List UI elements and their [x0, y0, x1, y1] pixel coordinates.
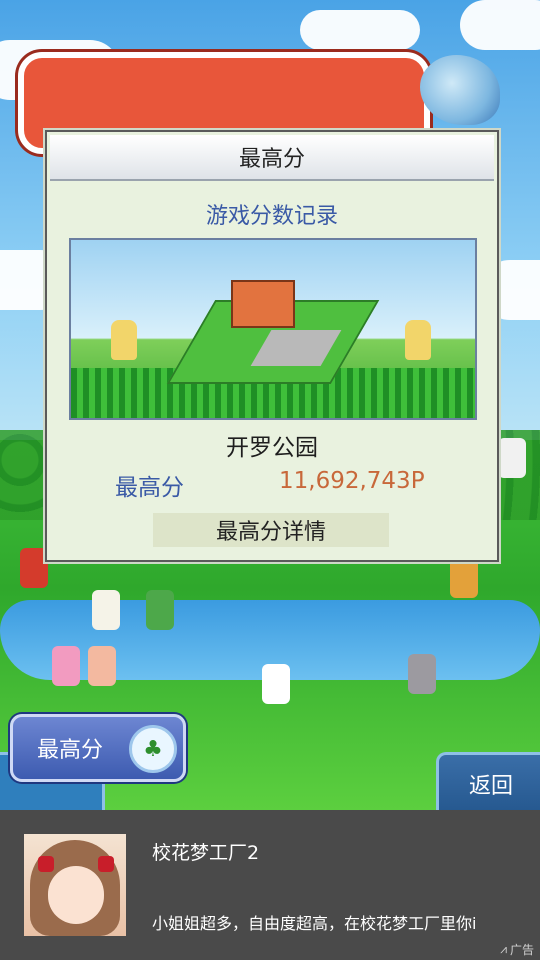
koala-character: [408, 654, 436, 694]
ad-badge-label: 广告: [509, 943, 534, 957]
back-button[interactable]: 返回: [436, 752, 540, 813]
cloud: [460, 0, 540, 50]
high-score-details-button[interactable]: 最高分详情: [153, 513, 389, 547]
panda-character: [498, 438, 526, 478]
high-score-dialog: 最高分 游戏分数记录 开罗公园 最高分 11,692,743P 最高分详情: [45, 130, 499, 562]
tree-icon: ♣: [129, 725, 177, 773]
ad-thumbnail[interactable]: [24, 834, 126, 936]
ad-description[interactable]: 小姐姐超多，自由度超高，在校花梦工厂里你i: [152, 910, 518, 934]
duck-character: [92, 590, 120, 630]
ad-logo-icon: ⩘: [500, 942, 507, 956]
chicken-character: [262, 664, 290, 704]
park-visitor-left: [111, 320, 137, 360]
kappa-character: [146, 590, 174, 630]
ad-badge: ⩘ 广告: [500, 941, 534, 958]
score-label: 最高分: [115, 475, 184, 501]
pig-character: [88, 646, 116, 686]
ad-bow-right: [98, 856, 114, 872]
dialog-title: 最高分: [50, 135, 494, 181]
ad-title[interactable]: 校花梦工厂2: [152, 838, 259, 865]
park-visitor-right: [405, 320, 431, 360]
dialog-subtitle: 游戏分数记录: [205, 204, 338, 229]
high-score-button-label: 最高分: [37, 738, 104, 763]
park-preview-image: [69, 238, 477, 420]
ad-character-face: [48, 866, 104, 924]
park-house: [231, 280, 295, 328]
score-value: 11,692,743P: [279, 468, 425, 494]
ad-bow-left: [38, 856, 54, 872]
ad-banner[interactable]: 校花梦工厂2 小姐姐超多，自由度超高，在校花梦工厂里你i ⩘ 广告: [0, 810, 540, 960]
bear-character: [450, 558, 478, 598]
cloud: [300, 10, 420, 50]
rabbit-character: [52, 646, 80, 686]
high-score-button[interactable]: 最高分 ♣: [10, 714, 186, 782]
park-name: 开罗公园: [226, 435, 318, 461]
fisherman-character: [20, 548, 48, 588]
